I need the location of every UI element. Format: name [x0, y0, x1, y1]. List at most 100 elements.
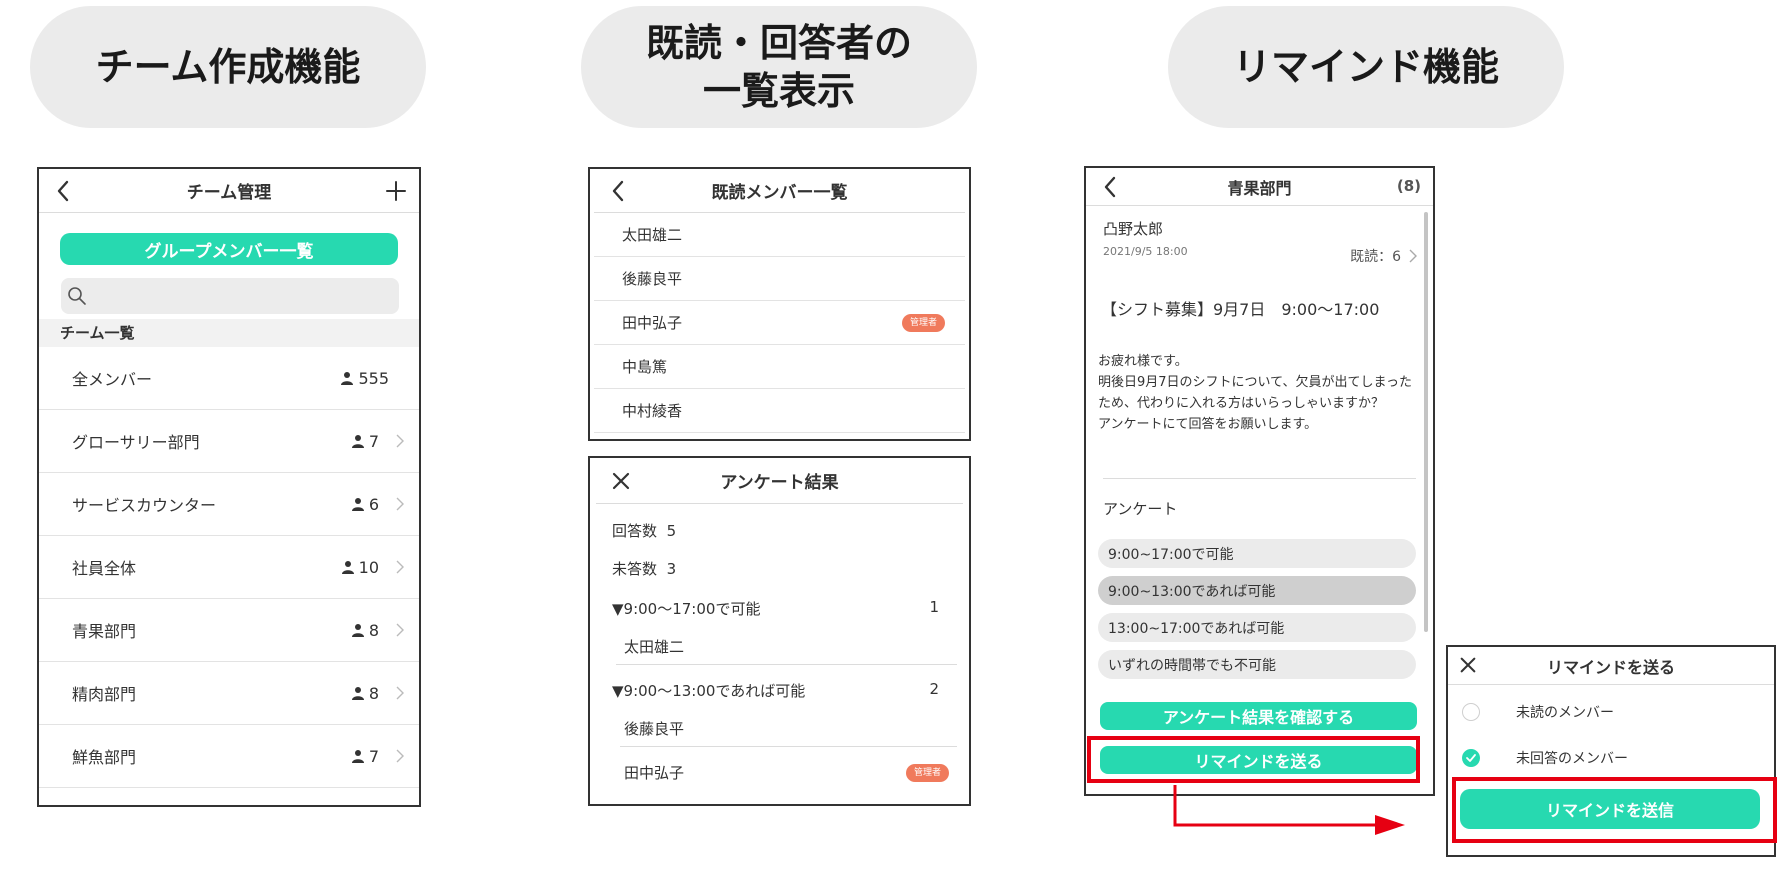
search-input[interactable] — [61, 278, 399, 314]
plus-icon[interactable] — [385, 174, 407, 208]
confirm-results-button[interactable]: アンケート結果を確認する — [1100, 702, 1417, 730]
unanswered-count: 未答数 3 — [612, 560, 677, 578]
list-item[interactable]: 中島篤 — [594, 345, 965, 389]
remind-option-label: 未読のメンバー — [1516, 705, 1614, 721]
chevron-right-icon — [396, 434, 404, 448]
member-count-value: 8 — [368, 620, 379, 640]
survey-results-screen: アンケート結果 回答数 5 未答数 3 ▼9:00〜17:00で可能 1 太田雄二 ▼… — [588, 456, 971, 806]
team-row[interactable]: 社員全体 10 — [39, 536, 419, 599]
page-title: アンケート結果 — [720, 473, 839, 493]
divider — [620, 746, 957, 747]
survey-option-label: ▼9:00〜17:00で可能 — [612, 600, 761, 618]
member-count: 8 — [351, 684, 379, 703]
member-name: 田中弘子 — [622, 314, 683, 332]
radio-unchecked[interactable] — [1462, 703, 1480, 721]
modal-title: リマインドを送る — [1546, 657, 1675, 677]
survey-label: アンケート — [1103, 500, 1178, 518]
radio-checked[interactable] — [1462, 749, 1480, 767]
person-icon — [351, 624, 364, 637]
team-row[interactable]: 鮮魚部門 7 — [39, 725, 419, 788]
remind-option[interactable]: 未回答のメンバー — [1448, 743, 1774, 773]
close-icon[interactable] — [1458, 655, 1480, 677]
team-name: グローサリー部門 — [72, 433, 200, 452]
send-remind-button[interactable]: リマインドを送る — [1100, 746, 1417, 774]
divider — [616, 664, 957, 665]
member-name: 中島篤 — [622, 358, 668, 376]
member-count: 7 — [351, 747, 379, 766]
post-nav: 青果部門 (8) — [1086, 168, 1433, 206]
team-row[interactable]: サービスカウンター 6 — [39, 473, 419, 536]
survey-option-count: 1 — [929, 598, 939, 616]
read-members-screen: 既読メンバー一覧 太田雄二後藤良平 田中弘子 管理者中島篤中村綾香 — [588, 167, 971, 441]
team-name: 青果部門 — [72, 622, 137, 641]
list-item[interactable]: 後藤良平 — [594, 257, 965, 301]
post-detail-screen: 青果部門 (8) 凸野太郎 2021/9/5 18:00 既読：6 【シフト募集… — [1084, 166, 1435, 796]
heading-remind-feature: リマインド機能 — [1168, 6, 1564, 128]
team-row[interactable]: グローサリー部門 7 — [39, 410, 419, 473]
group-members-button[interactable]: グループメンバー一覧 — [60, 233, 398, 265]
member-count-value: 10 — [358, 557, 379, 577]
list-item[interactable]: 中村綾香 — [594, 389, 965, 433]
post-body: お疲れ様です。 明後日9月7日のシフトについて、欠員が出てしまったため、代わりに… — [1098, 354, 1412, 432]
member-name: 太田雄二 — [622, 226, 683, 244]
survey-results-nav: アンケート結果 — [596, 458, 963, 504]
person-icon — [351, 687, 364, 700]
close-icon[interactable] — [610, 470, 632, 492]
team-row[interactable]: 青果部門 8 — [39, 599, 419, 662]
chevron-right-icon — [396, 623, 404, 637]
member-count: 6 — [351, 495, 379, 514]
post-date: 2021/9/5 18:00 — [1103, 245, 1188, 258]
member-count-value: 7 — [368, 746, 379, 766]
scrollbar[interactable] — [1424, 212, 1428, 632]
team-name: 全メンバー — [72, 370, 153, 389]
read-status-link[interactable]: 既読：6 — [1350, 246, 1417, 266]
team-management-nav: チーム管理 — [39, 169, 419, 213]
survey-option[interactable]: 13:00~17:00であれば可能 — [1098, 613, 1416, 642]
person-icon — [351, 435, 364, 448]
answered-count: 回答数 5 — [612, 522, 677, 540]
remind-option-label: 未回答のメンバー — [1516, 751, 1628, 767]
read-members-nav: 既読メンバー一覧 — [594, 169, 965, 213]
page-title: 青果部門 — [1227, 178, 1292, 198]
member-count: (8) — [1396, 177, 1421, 195]
survey-option[interactable]: いずれの時間帯でも不可能 — [1098, 650, 1416, 679]
team-name: 鮮魚部門 — [72, 748, 137, 767]
team-row[interactable]: 全メンバー 555 — [39, 347, 419, 410]
divider — [1103, 478, 1416, 479]
back-icon[interactable] — [604, 174, 634, 208]
member-count: 10 — [341, 558, 379, 577]
member-count-value: 555 — [358, 368, 389, 388]
member-count-value: 8 — [368, 683, 379, 703]
back-icon[interactable] — [1096, 170, 1126, 204]
chevron-right-icon — [396, 749, 404, 763]
team-row[interactable]: 精肉部門 8 — [39, 662, 419, 725]
remind-modal: リマインドを送る 未読のメンバー 未回答のメンバー リマインドを送信 — [1446, 645, 1776, 857]
admin-badge: 管理者 — [905, 764, 949, 782]
person-icon — [351, 750, 364, 763]
survey-member[interactable]: 後藤良平 — [624, 718, 684, 739]
chevron-right-icon — [1409, 249, 1417, 263]
list-item[interactable]: 田中弘子 管理者 — [594, 301, 965, 345]
heading-team-feature: チーム作成機能 — [30, 6, 426, 128]
check-icon — [1466, 754, 1476, 762]
member-count-value: 7 — [368, 431, 379, 451]
remind-option[interactable]: 未読のメンバー — [1448, 697, 1774, 727]
person-icon — [341, 561, 354, 574]
list-item[interactable]: 太田雄二 — [594, 213, 965, 257]
member-count: 7 — [351, 432, 379, 451]
survey-member[interactable]: 田中弘子 — [624, 762, 684, 783]
survey-member[interactable]: 太田雄二 — [624, 636, 684, 657]
team-name: 精肉部門 — [72, 685, 137, 704]
back-icon[interactable] — [49, 174, 79, 208]
survey-option[interactable]: 9:00~17:00で可能 — [1098, 539, 1416, 568]
team-name: 社員全体 — [72, 559, 137, 578]
team-management-screen: チーム管理 グループメンバー一覧 チーム一覧 全メンバー 555 グローサリー部門 7… — [37, 167, 421, 807]
chevron-right-icon — [396, 497, 404, 511]
survey-option[interactable]: 9:00~13:00であれば可能 — [1098, 576, 1416, 605]
page-title: チーム管理 — [186, 183, 272, 203]
member-count: 8 — [351, 621, 379, 640]
page-title: 既読メンバー一覧 — [711, 183, 848, 203]
person-icon — [351, 498, 364, 511]
chevron-right-icon — [396, 560, 404, 574]
send-remind-confirm-button[interactable]: リマインドを送信 — [1460, 789, 1760, 829]
